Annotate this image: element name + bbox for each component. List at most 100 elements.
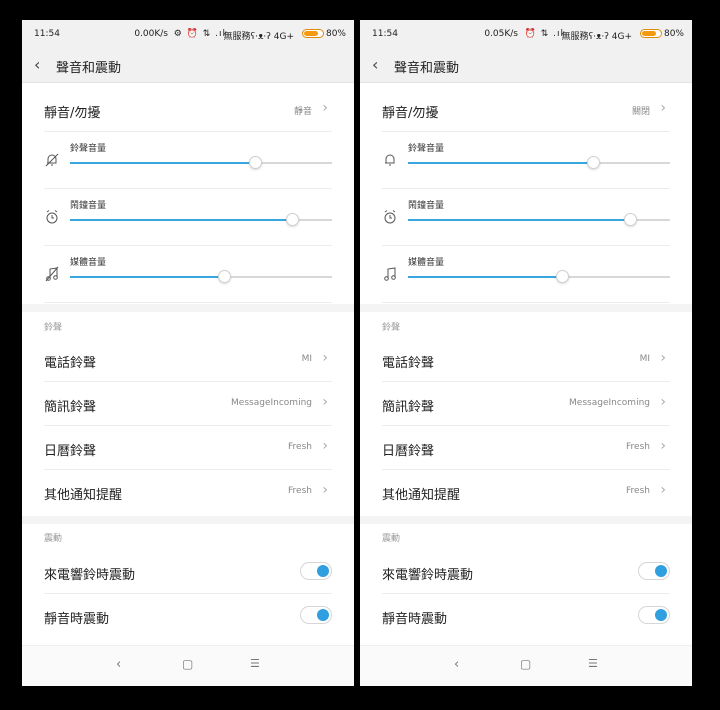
vibrate-when-silent-row: 靜音時震動 — [382, 594, 670, 638]
battery-percent: 80% — [663, 29, 684, 39]
status-icons: ⏰ ⇅ .ıl — [524, 29, 564, 39]
vibrate-when-silent-toggle[interactable] — [300, 606, 332, 624]
phone-ringtone-value: MI — [301, 354, 312, 364]
calendar-ringtone-row[interactable]: 日曆鈴聲 Fresh › — [382, 426, 670, 470]
status-time: 11:54 — [372, 29, 398, 39]
bell-off-icon — [45, 153, 59, 167]
nav-home-icon[interactable]: ▢ — [520, 657, 531, 671]
ringtone-volume-slider[interactable] — [408, 156, 670, 169]
alarm-volume: 鬧鐘音量 — [44, 189, 332, 246]
nav-back-icon[interactable]: ‹ — [116, 657, 121, 672]
phone-ringtone-label: 電話鈴聲 — [382, 356, 435, 371]
status-icons: ⚙ ⏰ ⇅ .ıl — [173, 29, 226, 39]
sms-ringtone-value: MessageIncoming — [569, 398, 650, 408]
calendar-ringtone-label: 日曆鈴聲 — [44, 444, 97, 459]
page-title: 聲音和震動 — [394, 61, 460, 76]
vibrate-on-ring-toggle[interactable] — [638, 562, 670, 580]
battery-percent: 80% — [325, 29, 346, 39]
vibrate-on-ring-row: 來電響鈴時震動 — [44, 550, 332, 594]
phone-ringtone-value: MI — [639, 354, 650, 364]
chevron-right-icon: › — [322, 394, 328, 410]
ringtone-section-header: 鈴聲 — [382, 323, 401, 333]
chevron-right-icon: › — [660, 482, 666, 498]
ringtone-volume: 鈴聲音量 — [382, 132, 670, 189]
chevron-right-icon: › — [660, 438, 666, 454]
other-notification-value: Fresh — [288, 486, 312, 496]
vibration-section-header: 震動 — [382, 534, 401, 544]
ringtone-volume: 鈴聲音量 — [44, 132, 332, 189]
chevron-right-icon: › — [322, 100, 328, 116]
sms-ringtone-row[interactable]: 簡訊鈴聲 MessageIncoming › — [44, 382, 332, 426]
alarm-clock-icon — [46, 210, 58, 224]
ringtone-volume-label: 鈴聲音量 — [70, 144, 107, 154]
music-off-icon — [45, 266, 59, 282]
vibrate-when-silent-toggle[interactable] — [638, 606, 670, 624]
media-volume-label: 媒體音量 — [70, 258, 107, 268]
sms-ringtone-label: 簡訊鈴聲 — [382, 400, 435, 415]
nav-back-icon[interactable]: ‹ — [454, 657, 459, 672]
phone-ringtone-row[interactable]: 電話鈴聲 MI › — [382, 338, 670, 382]
section-divider — [360, 516, 692, 524]
vibrate-on-ring-toggle[interactable] — [300, 562, 332, 580]
status-time: 11:54 — [34, 29, 60, 39]
other-notification-row[interactable]: 其他通知提醒 Fresh › — [44, 470, 332, 514]
ringtone-volume-slider[interactable] — [70, 156, 332, 169]
media-volume: 媒體音量 — [44, 246, 332, 303]
slider-knob[interactable] — [555, 270, 569, 283]
calendar-ringtone-value: Fresh — [288, 442, 312, 452]
section-divider — [22, 304, 354, 312]
slider-knob[interactable] — [285, 213, 299, 226]
alarm-volume-label: 鬧鐘音量 — [70, 201, 107, 211]
back-arrow-icon[interactable]: ‹ — [372, 55, 378, 74]
vibrate-on-ring-label: 來電響鈴時震動 — [44, 568, 136, 583]
silent-mode-label: 靜音/勿擾 — [44, 106, 101, 121]
sms-ringtone-row[interactable]: 簡訊鈴聲 MessageIncoming › — [382, 382, 670, 426]
slider-knob[interactable] — [623, 213, 637, 226]
silent-mode-label: 靜音/勿擾 — [382, 106, 439, 121]
chevron-right-icon: › — [660, 394, 666, 410]
page-title: 聲音和震動 — [56, 61, 122, 76]
status-bar: 11:54 0.00K/s ⚙ ⏰ ⇅ .ıl 無服務ʕ·ᴥ·ʔ 4G+ 80% — [22, 20, 354, 48]
chevron-right-icon: › — [322, 482, 328, 498]
sms-ringtone-value: MessageIncoming — [231, 398, 312, 408]
back-arrow-icon[interactable]: ‹ — [34, 55, 40, 74]
vibrate-on-ring-row: 來電響鈴時震動 — [382, 550, 670, 594]
silent-mode-row[interactable]: 靜音/勿擾 關閉 › — [382, 88, 670, 132]
alarm-volume-slider[interactable] — [70, 213, 332, 226]
slider-knob[interactable] — [587, 156, 601, 169]
vibrate-when-silent-label: 靜音時震動 — [382, 612, 448, 627]
vibrate-on-ring-label: 來電響鈴時震動 — [382, 568, 474, 583]
vibration-section-header: 震動 — [44, 534, 63, 544]
ringtone-volume-label: 鈴聲音量 — [408, 144, 445, 154]
silent-mode-row[interactable]: 靜音/勿擾 靜音 › — [44, 88, 332, 132]
slider-knob[interactable] — [249, 156, 263, 169]
carrier-label: 無服務ʕ·ᴥ·ʔ 4G+ — [223, 32, 294, 42]
slider-knob[interactable] — [217, 270, 231, 283]
section-divider — [22, 516, 354, 524]
nav-menu-icon[interactable]: ☰ — [588, 657, 598, 670]
calendar-ringtone-row[interactable]: 日曆鈴聲 Fresh › — [44, 426, 332, 470]
media-volume-slider[interactable] — [408, 270, 670, 283]
vibrate-when-silent-label: 靜音時震動 — [44, 612, 110, 627]
phone-screen-left: 11:54 0.00K/s ⚙ ⏰ ⇅ .ıl 無服務ʕ·ᴥ·ʔ 4G+ 80%… — [22, 20, 354, 686]
section-divider — [360, 304, 692, 312]
battery-icon — [302, 29, 324, 38]
nav-home-icon[interactable]: ▢ — [182, 657, 193, 671]
chevron-right-icon: › — [322, 350, 328, 366]
silent-mode-value: 靜音 — [293, 107, 312, 117]
phone-ringtone-row[interactable]: 電話鈴聲 MI › — [44, 338, 332, 382]
navigation-bar: ‹ ▢ ☰ — [22, 645, 354, 686]
other-notification-value: Fresh — [626, 486, 650, 496]
network-speed: 0.00K/s — [134, 29, 168, 39]
media-volume-slider[interactable] — [70, 270, 332, 283]
calendar-ringtone-label: 日曆鈴聲 — [382, 444, 435, 459]
media-volume: 媒體音量 — [382, 246, 670, 303]
carrier-label: 無服務ʕ·ᴥ·ʔ 4G+ — [561, 32, 632, 42]
other-notification-row[interactable]: 其他通知提醒 Fresh › — [382, 470, 670, 514]
bell-icon — [385, 154, 395, 166]
alarm-volume-slider[interactable] — [408, 213, 670, 226]
battery-icon — [640, 29, 662, 38]
music-note-icon — [384, 267, 396, 281]
alarm-volume: 鬧鐘音量 — [382, 189, 670, 246]
nav-menu-icon[interactable]: ☰ — [250, 657, 260, 670]
